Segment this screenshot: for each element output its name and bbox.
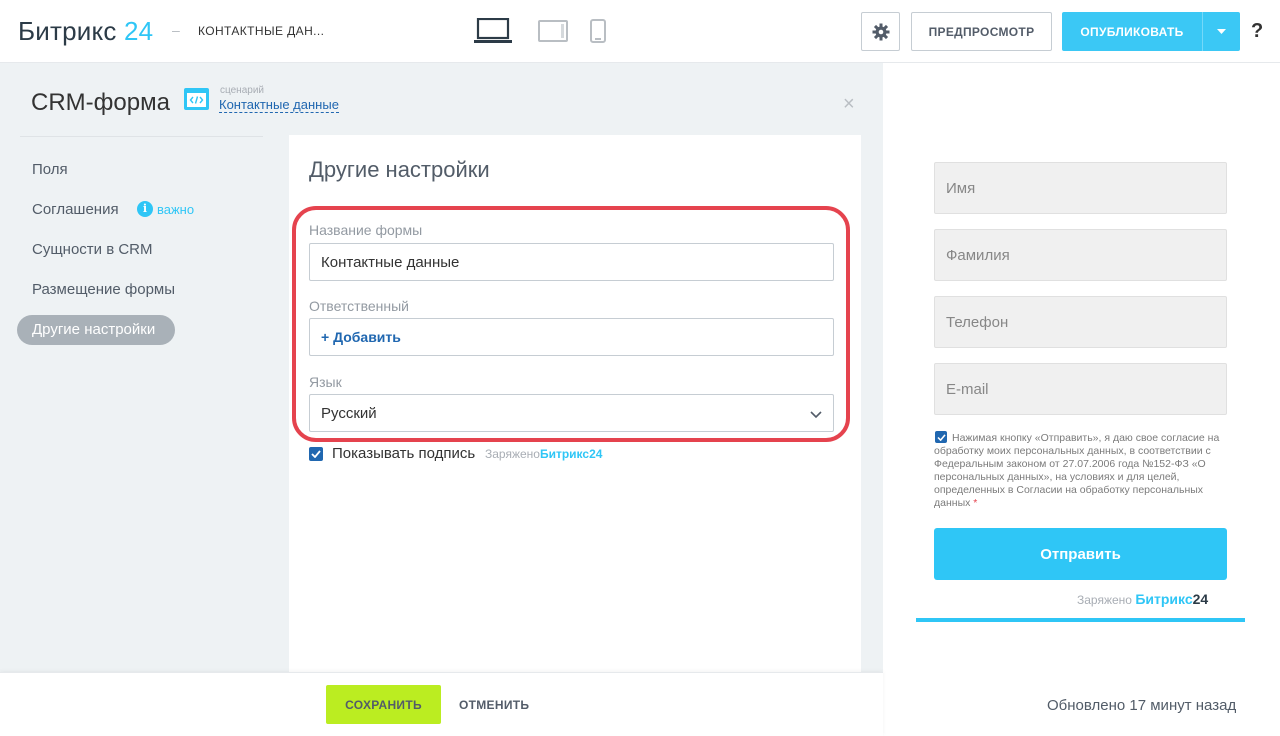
- save-button[interactable]: СОХРАНИТЬ: [326, 685, 441, 724]
- responsible-label: Ответственный: [309, 298, 409, 314]
- language-label: Язык: [309, 374, 342, 390]
- form-name-input[interactable]: Контактные данные: [309, 243, 834, 281]
- consent-text: Нажимая кнопку «Отправить», я даю свое с…: [934, 432, 1226, 510]
- preview-button[interactable]: ПРЕДПРОСМОТР: [911, 12, 1052, 51]
- show-signature-label[interactable]: Показывать подпись: [332, 445, 475, 462]
- logo-text: Битрикс: [18, 16, 117, 46]
- other-settings-card: Другие настройки Название формы Контактн…: [289, 135, 861, 736]
- preview-brand-name: Битрикс: [1135, 591, 1193, 607]
- checkmark-icon: [936, 433, 946, 441]
- logo-number: 24: [123, 16, 154, 46]
- signature-prefix: Заряжено: [485, 447, 540, 461]
- caret-down-icon: [1217, 28, 1226, 34]
- logo[interactable]: Битрикс 24: [18, 16, 153, 47]
- chevron-down-icon: [810, 411, 822, 419]
- tablet-view-icon[interactable]: [538, 20, 568, 42]
- mobile-view-icon[interactable]: [590, 19, 606, 43]
- preview-email-input[interactable]: E-mail: [934, 363, 1227, 415]
- divider: [20, 136, 263, 137]
- preview-phone-input[interactable]: Телефон: [934, 296, 1227, 348]
- publish-menu-button[interactable]: [1202, 12, 1240, 51]
- preview-brand: Заряжено Битрикс24: [1077, 591, 1208, 607]
- responsible-field[interactable]: + Добавить: [309, 318, 834, 356]
- form-name-label: Название формы: [309, 222, 423, 238]
- scenario-link[interactable]: Контактные данные: [219, 97, 339, 113]
- help-button[interactable]: ?: [1251, 20, 1263, 43]
- close-icon[interactable]: ×: [843, 93, 855, 116]
- cancel-button[interactable]: ОТМЕНИТЬ: [459, 698, 529, 712]
- breadcrumb-separator: –: [172, 22, 180, 38]
- important-label[interactable]: важно: [157, 202, 194, 217]
- card-title: Другие настройки: [309, 157, 490, 182]
- signature-brand-name: Битрикс24: [539, 447, 603, 461]
- settings-button[interactable]: [861, 12, 900, 51]
- settings-panel: CRM-форма сценарий Контактные данные × П…: [0, 63, 883, 736]
- language-value: Русский: [321, 404, 377, 422]
- preview-brand-number: 24: [1192, 591, 1209, 607]
- preview-last-name-input[interactable]: Фамилия: [934, 229, 1227, 281]
- nav-item-crm-entities[interactable]: Сущности в CRM: [32, 241, 153, 258]
- gear-icon: [872, 23, 889, 40]
- preview-accent-line: [916, 618, 1245, 622]
- desktop-view-icon[interactable]: [474, 18, 512, 44]
- add-responsible-link[interactable]: + Добавить: [321, 329, 401, 345]
- nav-item-agreements[interactable]: Соглашения: [32, 201, 119, 218]
- preview-first-name-input[interactable]: Имя: [934, 162, 1227, 214]
- nav-item-fields[interactable]: Поля: [32, 161, 68, 178]
- publish-button[interactable]: ОПУБЛИКОВАТЬ: [1062, 12, 1202, 51]
- consent-checkbox[interactable]: [935, 431, 947, 443]
- checkmark-icon: [311, 450, 321, 458]
- nav-item-form-placement[interactable]: Размещение формы: [32, 281, 175, 298]
- info-icon[interactable]: i: [137, 201, 153, 217]
- breadcrumb: КОНТАКТНЫЕ ДАН...: [198, 24, 325, 38]
- bottom-bar: СОХРАНИТЬ ОТМЕНИТЬ: [0, 672, 883, 736]
- nav-item-other-settings-label: Другие настройки: [32, 321, 156, 338]
- signature-brand: ЗаряженоБитрикс24: [485, 447, 602, 461]
- code-window-icon: [184, 88, 209, 110]
- scenario-label: сценарий: [220, 85, 264, 96]
- panel-title: CRM-форма: [31, 89, 170, 116]
- send-button[interactable]: Отправить: [934, 528, 1227, 580]
- top-bar: Битрикс 24 – КОНТАКТНЫЕ ДАН... ПРЕДПРОСМ…: [0, 0, 1280, 63]
- preview-brand-prefix: Заряжено: [1077, 593, 1132, 607]
- required-star: *: [973, 497, 978, 509]
- show-signature-checkbox[interactable]: [309, 447, 323, 461]
- updated-status: Обновлено 17 минут назад: [1047, 697, 1237, 714]
- language-select[interactable]: Русский: [309, 394, 834, 432]
